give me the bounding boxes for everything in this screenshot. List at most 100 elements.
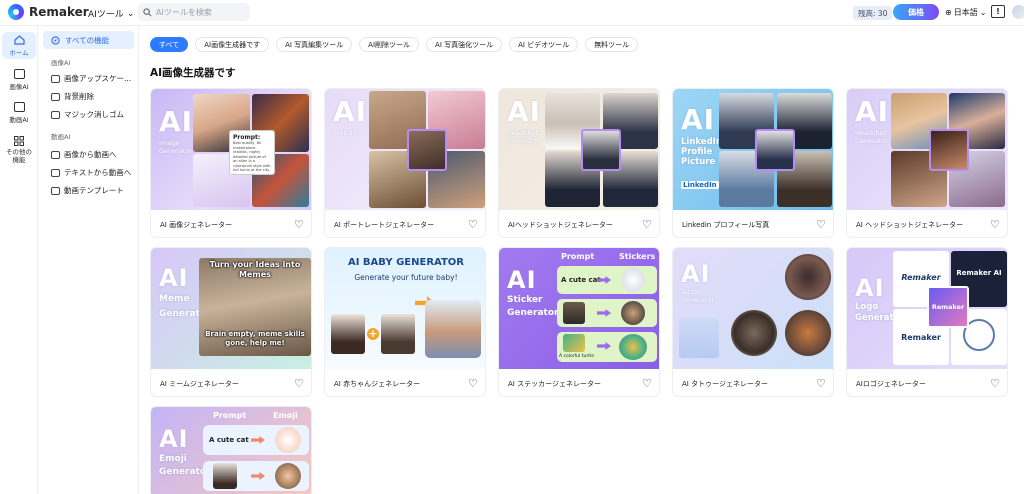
filter-chip-remove[interactable]: AI削除ツール (359, 37, 420, 52)
card-thumbnail: AI Meme Generator Turn your Ideas into M… (151, 248, 311, 369)
sticker-source-photo (563, 302, 585, 324)
rail-label: ホーム (9, 49, 29, 57)
favorite-heart-icon[interactable]: ♡ (990, 378, 1000, 389)
sidebar: すべての機能 画像AI 画像アップスケー... 背景削除 マジック消しゴム 動画… (38, 26, 139, 494)
thumb-ai-text: AI (159, 264, 189, 292)
tool-card-logo-generator[interactable]: AI Logo Generator Remaker Remaker AI Rem… (846, 247, 1008, 397)
tool-card-headshot-generator[interactable]: AI Headshot Generator AIヘッドショットジェネレーター ♡ (498, 88, 660, 238)
logo-text: Remaker (901, 273, 941, 282)
rail-item-home[interactable]: ホーム (2, 32, 36, 59)
favorite-heart-icon[interactable]: ♡ (642, 219, 652, 230)
plus-icon: + (367, 327, 379, 340)
tool-card-sticker-generator[interactable]: Prompt Stickers AI Sticker Generator A c… (498, 247, 660, 397)
card-title: AIロゴジェネレーター (856, 379, 926, 388)
favorite-heart-icon[interactable]: ♡ (990, 219, 1000, 230)
thumb-ai-text: AI (681, 260, 711, 288)
tool-card-portrait-generator[interactable]: AI Portrait AI ポートレートジェネレーター ♡ (324, 88, 486, 238)
tool-card-headshot-generator-2[interactable]: AI Headshot Generator AI ヘッドショットジェネレーター … (846, 88, 1008, 238)
filter-chip-free[interactable]: 無料ツール (585, 37, 639, 52)
sidebar-item-label: 画像から動画へ (64, 150, 117, 159)
card-footer: AI ポートレートジェネレーター ♡ (325, 210, 485, 237)
language-selector[interactable]: ⊕ 日本語 ⌄ (945, 7, 986, 18)
logo[interactable]: Remaker (8, 4, 89, 20)
logo-text: Remaker AI (956, 269, 1002, 277)
baby-subheading: Generate your future baby! (354, 273, 458, 282)
card-title: AI ポートレートジェネレーター (334, 220, 435, 229)
favorite-heart-icon[interactable]: ♡ (468, 378, 478, 389)
section-title: AI画像生成器です (150, 67, 236, 79)
filter-chip-image-generators[interactable]: AI画像生成器です (195, 37, 270, 52)
thumb-ai-text: AI (333, 95, 368, 128)
thumb-sub-text: LinkedIn Profile Picture (681, 137, 722, 167)
thumb-sub-text: Sticker Generator (507, 295, 559, 318)
tool-card-meme-generator[interactable]: AI Meme Generator Turn your Ideas into M… (150, 247, 312, 397)
tool-card-tattoo-generator[interactable]: AI Tattoo Generator AI タトゥージェネレーター ♡ (672, 247, 834, 397)
tattoo-image (785, 310, 831, 356)
ai-tools-label: AIツール (88, 10, 124, 20)
filter-chip-video[interactable]: AI ビデオツール (509, 37, 579, 52)
favorite-heart-icon[interactable]: ♡ (468, 219, 478, 230)
sample-image (407, 129, 447, 171)
rail-item-video-ai[interactable]: 動画AI (2, 99, 36, 124)
tool-card-linkedin-photo[interactable]: AI LinkedIn Profile Picture LinkedIn Lin… (672, 88, 834, 238)
credits-badge: 残高: 30 (853, 6, 893, 20)
search-box[interactable] (138, 3, 250, 21)
meme-top-text: Turn your Ideas into Memes (209, 260, 301, 279)
thumb-sub-text: Headshot Generator (507, 129, 541, 145)
ai-tools-menu[interactable]: AIツール ⌄ (88, 7, 134, 21)
feedback-icon[interactable]: ! (991, 5, 1005, 18)
logo-mark-icon (8, 4, 24, 20)
sticker-row-prompt: A cute cat (561, 276, 601, 284)
card-thumbnail: AI Logo Generator Remaker Remaker AI Rem… (847, 248, 1007, 369)
rail-item-image-ai[interactable]: 画像AI (2, 66, 36, 91)
sidebar-item-image-to-video[interactable]: 画像から動画へ (51, 149, 117, 160)
sidebar-item-all[interactable]: すべての機能 (43, 31, 134, 49)
sidebar-item-video-template[interactable]: 動画テンプレート (51, 185, 124, 196)
background-remove-icon (51, 92, 60, 101)
card-thumbnail: AI Image Generator Prompt: Best quality,… (151, 89, 311, 210)
card-footer: AI 赤ちゃんジェネレーター ♡ (325, 369, 485, 396)
sidebar-item-upscale[interactable]: 画像アップスケー... (51, 73, 131, 84)
emoji-col-prompt: Prompt (213, 411, 247, 420)
filter-chip-enhance[interactable]: AI 写真強化ツール (426, 37, 503, 52)
avatar[interactable] (1012, 5, 1024, 19)
sample-image (755, 129, 795, 171)
sidebar-item-label: すべての機能 (65, 35, 110, 45)
eraser-icon (51, 110, 60, 119)
thumb-ai-text: AI (507, 266, 537, 294)
favorite-heart-icon[interactable]: ♡ (816, 378, 826, 389)
card-title: AIヘッドショットジェネレーター (508, 220, 613, 229)
favorite-heart-icon[interactable]: ♡ (294, 378, 304, 389)
sidebar-item-bg-remove[interactable]: 背景削除 (51, 91, 94, 102)
card-title: Linkedin プロフィール写真 (682, 220, 770, 229)
language-label: 日本語 (953, 8, 978, 17)
sticker-row-prompt: A colorful turtle (559, 354, 594, 359)
card-thumbnail: AI Portrait (325, 89, 485, 210)
filter-chip-all[interactable]: すべて (150, 37, 189, 52)
favorite-heart-icon[interactable]: ♡ (816, 219, 826, 230)
thumb-ai-text: AI (159, 425, 189, 453)
card-thumbnail: AI BABY GENERATOR Generate your future b… (325, 248, 485, 369)
emoji-col-emoji: Emoji (273, 411, 298, 420)
sidebar-item-text-to-video[interactable]: テキストから動画へ (51, 167, 131, 178)
sidebar-item-label: テキストから動画へ (64, 168, 132, 177)
card-title: AI ステッカージェネレーター (508, 379, 601, 388)
sidebar-item-label: 画像アップスケー... (64, 74, 132, 83)
favorite-heart-icon[interactable]: ♡ (642, 378, 652, 389)
sidebar-item-magic-eraser[interactable]: マジック消しゴム (51, 109, 124, 120)
baby-photo (425, 300, 481, 358)
emoji-source-photo (213, 463, 237, 489)
tool-card-image-generator[interactable]: AI Image Generator Prompt: Best quality,… (150, 88, 312, 238)
rail-item-more[interactable]: その他の機能 (2, 133, 36, 164)
favorite-heart-icon[interactable]: ♡ (294, 219, 304, 230)
sample-image (929, 129, 969, 171)
pricing-button[interactable]: 価格 (893, 4, 939, 20)
filter-chip-photo-edit[interactable]: AI 写真編集ツール (276, 37, 353, 52)
card-title: AI 赤ちゃんジェネレーター (334, 379, 421, 388)
search-input[interactable] (156, 7, 248, 17)
thumb-sub-text: Portrait (333, 129, 357, 137)
thumb-ai-text: AI (507, 95, 542, 128)
filter-chips: すべて AI画像生成器です AI 写真編集ツール AI削除ツール AI 写真強化… (150, 37, 639, 52)
tool-card-baby-generator[interactable]: AI BABY GENERATOR Generate your future b… (324, 247, 486, 397)
tool-card-emoji-generator[interactable]: Prompt Emoji AI Emoji Generator A cute c… (150, 406, 312, 494)
